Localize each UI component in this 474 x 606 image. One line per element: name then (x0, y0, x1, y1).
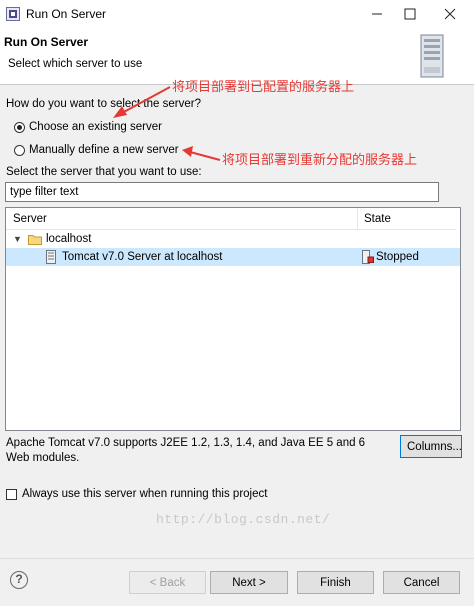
window-title: Run On Server (26, 7, 107, 21)
radio-button-checked[interactable] (14, 121, 25, 133)
back-button[interactable]: < Back (129, 571, 206, 594)
radio-new-server[interactable]: Manually define a new server (14, 144, 179, 156)
footer-divider (0, 558, 474, 559)
server-description: Apache Tomcat v7.0 supports J2EE 1.2, 1.… (6, 437, 366, 464)
wizard-title: Run On Server (4, 35, 89, 49)
help-icon[interactable]: ? (10, 571, 28, 589)
always-use-label: Always use this server when running this… (22, 488, 268, 500)
radio-existing-label: Choose an existing server (29, 121, 162, 133)
eclipse-app-icon (6, 7, 20, 21)
radio-new-label: Manually define a new server (29, 144, 179, 156)
annotation-arrow-manual (189, 151, 221, 161)
radio-button-unchecked[interactable] (14, 144, 25, 156)
wizard-subtitle: Select which server to use (8, 58, 143, 70)
folder-icon (28, 235, 42, 245)
host-label: localhost (46, 233, 92, 245)
annotation-existing: 将项目部署到已配置的服务器上 (172, 79, 355, 94)
cancel-button[interactable]: Cancel (383, 571, 460, 594)
always-use-checkbox-row[interactable]: Always use this server when running this… (6, 488, 267, 500)
stopped-state-icon (362, 250, 374, 264)
server-table[interactable]: Server State ▼ localhost Tomcat v7.0 Ser… (5, 207, 461, 527)
table-row[interactable]: Tomcat v7.0 Server at localhost Stopped (6, 248, 460, 266)
server-wizard-icon (420, 34, 444, 78)
server-icon (46, 250, 56, 264)
always-use-checkbox[interactable] (6, 488, 17, 500)
server-name-cell: Tomcat v7.0 Server at localhost (62, 251, 223, 263)
title-bar: Run On Server (0, 0, 474, 28)
annotation-manual: 将项目部署到重新分配的服务器上 (222, 152, 418, 167)
column-header-server[interactable]: Server (6, 208, 358, 230)
filter-input[interactable] (5, 182, 439, 202)
minimize-icon[interactable] (362, 0, 394, 28)
columns-button[interactable]: Columns... (400, 435, 462, 458)
watermark-text: http://blog.csdn.net/ (156, 512, 331, 527)
expand-chevron-icon[interactable]: ▼ (13, 230, 22, 248)
column-header-state[interactable]: State (358, 208, 456, 230)
server-state-cell: Stopped (376, 251, 419, 263)
server-selection-prompt: How do you want to select the server? (6, 98, 201, 110)
radio-existing-server[interactable]: Choose an existing server (14, 121, 162, 133)
close-icon[interactable] (434, 0, 466, 28)
finish-button[interactable]: Finish (297, 571, 374, 594)
select-server-label: Select the server that you want to use: (6, 166, 202, 178)
next-button[interactable]: Next > (210, 571, 288, 594)
tree-node-localhost[interactable]: ▼ localhost (6, 230, 460, 248)
maximize-icon[interactable] (394, 0, 426, 28)
